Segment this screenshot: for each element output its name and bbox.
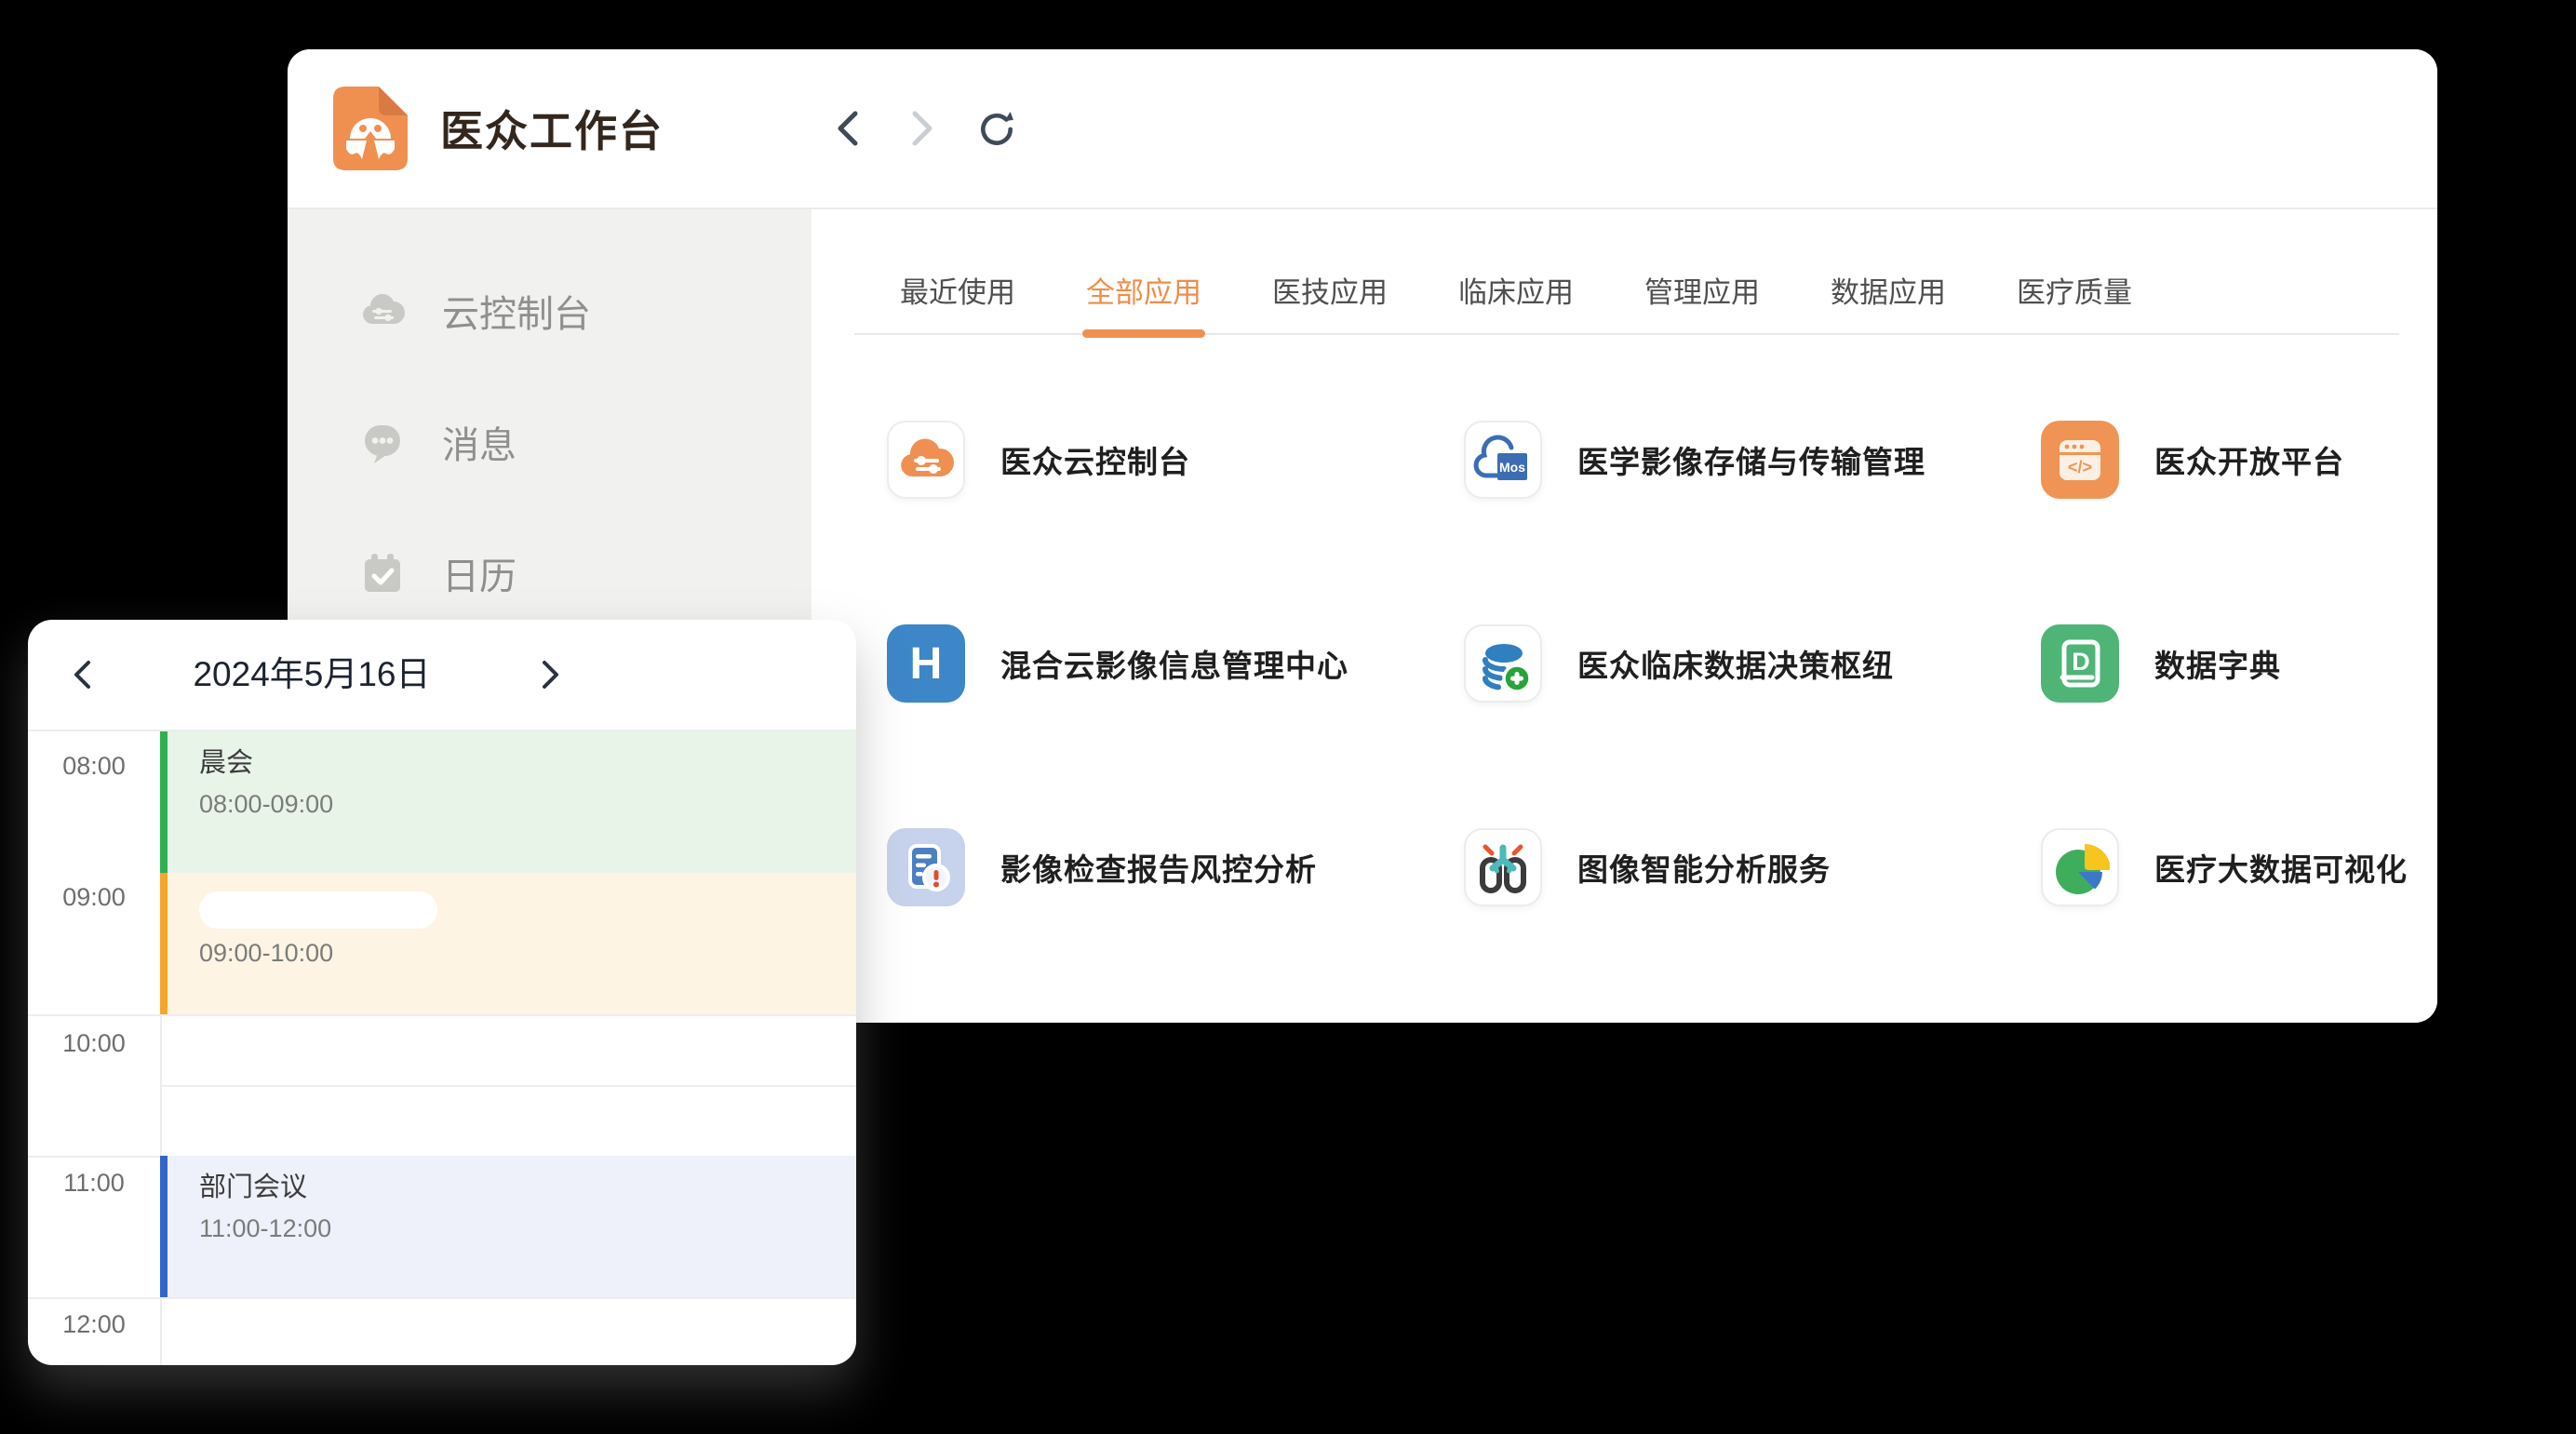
app-item-report-risk[interactable]: 影像检查报告风控分析: [887, 828, 1464, 906]
tab-admin-apps[interactable]: 管理应用: [1644, 269, 1760, 333]
sidebar-item-calendar[interactable]: 日历: [288, 507, 812, 638]
sidebar-item-label: 云控制台: [442, 284, 591, 338]
letter-h-icon: H: [910, 638, 943, 690]
nav-controls: [827, 49, 1017, 208]
time-label: 12:00: [28, 1307, 160, 1341]
app-item-pacs[interactable]: Mos 医学影像存储与传输管理: [1464, 421, 2041, 499]
sidebar-item-cloud-console[interactable]: 云控制台: [288, 245, 812, 376]
app-label: 医学影像存储与传输管理: [1577, 437, 1925, 482]
dictionary-letter: D: [2072, 648, 2090, 676]
back-button[interactable]: [827, 108, 868, 149]
time-label: 09:00: [28, 880, 160, 914]
app-label: 图像智能分析服务: [1577, 845, 1831, 890]
app-label: 医众云控制台: [1000, 437, 1190, 482]
chevron-right-icon: [539, 659, 563, 690]
app-label: 医众临床数据决策枢纽: [1577, 641, 1894, 686]
tab-medtech-apps[interactable]: 医技应用: [1272, 269, 1388, 333]
app-item-hybrid-cloud[interactable]: H 混合云影像信息管理中心: [887, 624, 1464, 703]
sidebar-item-label: 消息: [442, 415, 517, 469]
app-item-data-dictionary[interactable]: D 数据字典: [2041, 624, 2437, 703]
pie-chart-icon: [2050, 838, 2110, 897]
app-label: 混合云影像信息管理中心: [1000, 641, 1348, 686]
app-label: 数据字典: [2154, 641, 2281, 686]
tab-all-apps[interactable]: 全部应用: [1086, 269, 1201, 333]
hour-gridline: [28, 1014, 856, 1016]
screenshot-canvas: 医众工作台: [0, 0, 2576, 1434]
event-title: 部门会议: [199, 1169, 856, 1206]
calendar-day-grid: 08:00 09:00 10:00 11:00 12:00 晨会 08:00-0…: [28, 731, 856, 1365]
calendar-header: 2024年5月16日: [28, 620, 856, 731]
event-time: 11:00-12:00: [199, 1212, 856, 1245]
chevron-left-icon: [70, 659, 94, 690]
dictionary-book-icon: D: [2050, 634, 2110, 693]
calendar-panel: 2024年5月16日 08:00 09:00 10:00 11:00 12:00…: [28, 620, 856, 1365]
sidebar-item-messages[interactable]: 消息: [288, 376, 812, 507]
calendar-date-label: 2024年5月16日: [168, 620, 456, 730]
event-time: 08:00-09:00: [199, 787, 856, 821]
tabs-bar: 最近使用 全部应用 医技应用 临床应用 管理应用 数据应用 医疗质量: [854, 209, 2399, 335]
app-item-clinical-data[interactable]: 医众临床数据决策枢纽: [1464, 624, 2041, 703]
tab-quality[interactable]: 医疗质量: [2017, 269, 2132, 333]
code-glyph: </>: [2068, 458, 2092, 476]
app-item-open-platform[interactable]: </> 医众开放平台: [2041, 421, 2437, 499]
report-alert-icon: [896, 838, 956, 897]
tab-clinical-apps[interactable]: 临床应用: [1458, 269, 1574, 333]
event-department-meeting[interactable]: 部门会议 11:00-12:00: [160, 1156, 856, 1297]
window-header: 医众工作台: [288, 49, 2437, 209]
app-item-cloud-console[interactable]: 医众云控制台: [887, 421, 1464, 499]
code-window-icon: </>: [2050, 430, 2110, 489]
sidebar-item-label: 日历: [442, 546, 517, 600]
app-label: 影像检查报告风控分析: [1000, 845, 1317, 890]
pacs-badge-text: Mos: [1499, 460, 1525, 475]
message-bubble-icon: [360, 420, 405, 464]
app-item-image-ai[interactable]: 图像智能分析服务: [1464, 828, 2041, 906]
event-redacted[interactable]: 09:00-10:00: [160, 873, 856, 1014]
refresh-icon: [976, 106, 1017, 151]
event-title: 晨会: [199, 744, 856, 782]
app-logo-icon: [332, 86, 409, 171]
hour-gridline: [28, 1297, 856, 1299]
cloud-sliders-icon: [896, 430, 956, 489]
calendar-check-icon: [360, 551, 405, 596]
app-label: 医众开放平台: [2154, 437, 2344, 482]
cloud-pacs-icon: Mos: [1473, 430, 1533, 489]
forward-icon: [906, 108, 938, 149]
lungs-icon: [1473, 838, 1533, 897]
event-time: 09:00-10:00: [199, 936, 856, 970]
back-icon: [832, 108, 864, 149]
time-label: 08:00: [28, 749, 160, 783]
app-grid: 医众云控制台 Mos 医学影像存储与传输管理: [887, 421, 2437, 906]
app-item-bigdata-viz[interactable]: 医疗大数据可视化: [2041, 828, 2437, 906]
database-plus-icon: [1473, 634, 1533, 693]
tab-data-apps[interactable]: 数据应用: [1831, 269, 1946, 333]
forward-button[interactable]: [902, 108, 943, 149]
event-morning-meeting[interactable]: 晨会 08:00-09:00: [160, 731, 856, 873]
app-title: 医众工作台: [440, 98, 664, 159]
app-label: 医疗大数据可视化: [2154, 845, 2408, 890]
event-title-redacted: [199, 891, 437, 929]
calendar-next-day-button[interactable]: [523, 620, 579, 730]
content-area: 最近使用 全部应用 医技应用 临床应用 管理应用 数据应用 医疗质量: [812, 209, 2437, 1023]
half-hour-gridline: [162, 1085, 856, 1087]
time-label: 10:00: [28, 1026, 160, 1060]
calendar-prev-day-button[interactable]: [54, 620, 110, 730]
time-label: 11:00: [28, 1166, 160, 1199]
tab-recent[interactable]: 最近使用: [900, 269, 1015, 333]
cloud-settings-icon: [360, 288, 405, 333]
refresh-button[interactable]: [976, 108, 1017, 149]
